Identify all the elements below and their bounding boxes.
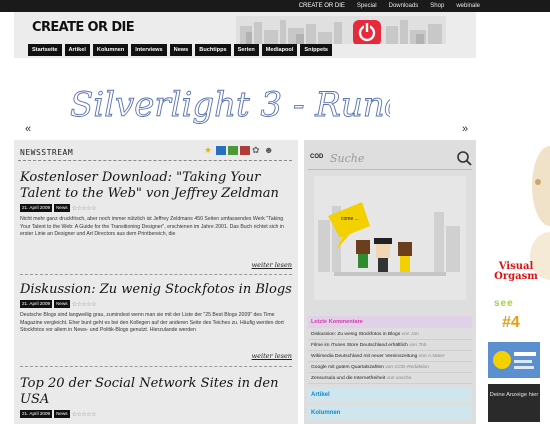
article-separator [20, 274, 292, 275]
rss-filter-icon[interactable] [216, 146, 226, 155]
slider-next-arrow[interactable]: » [462, 123, 468, 135]
article-category-badge[interactable]: News [54, 204, 70, 212]
newsstream-divider [18, 160, 292, 161]
ad-issue-number[interactable]: #4 [502, 314, 520, 332]
article-meta: 21. April 2009 News ☆☆☆☆☆ [20, 410, 292, 418]
article-separator [20, 366, 292, 367]
comment-item[interactable]: Wikimedia Deutschland mit neuer Vereinsz… [308, 352, 472, 362]
comment-author: von Tob [409, 343, 427, 348]
article-date-badge: 21. April 2009 [20, 300, 53, 308]
nav-tab-news[interactable]: News [169, 44, 193, 56]
article-item: Kostenloser Download: "Taking Your Talen… [20, 170, 292, 239]
article-item: Top 20 der Social Network Sites in den U… [20, 376, 292, 418]
comment-text: Filme im iTunes Store Deutschland erhält… [311, 343, 408, 348]
promo-illustration[interactable]: come ... [314, 176, 466, 300]
nav-tab-serien[interactable]: Serien [233, 44, 259, 56]
search-box: COD [308, 146, 472, 170]
article-rating-stars[interactable]: ☆☆☆☆☆ [72, 411, 97, 418]
main-nav: Startseite Artikel Kolumnen Interviews N… [14, 44, 476, 58]
top-link-shop[interactable]: Shop [430, 1, 444, 11]
people-filter-icon[interactable]: ☻ [264, 146, 274, 155]
ad-column: Visual Orgasm see #4 Deine Anzeige hier [488, 260, 548, 424]
article-category-badge[interactable]: News [54, 300, 70, 308]
power-icon[interactable] [353, 20, 381, 46]
film-filter-icon[interactable] [240, 146, 250, 155]
comment-item[interactable]: Filme im iTunes Store Deutschland erhält… [308, 341, 472, 351]
comment-text: Zensursula und die Internetfreiheit [311, 376, 386, 381]
gear-filter-icon[interactable]: ✿ [252, 146, 262, 155]
nav-tab-kolumnen[interactable]: Kolumnen [92, 44, 129, 56]
article-meta: 21. April 2009 News ☆☆☆☆☆ [20, 300, 292, 308]
comment-text: Diskussion: Zu wenig Stockfotos in Blogs [311, 332, 401, 337]
article-date-badge: 21. April 2009 [20, 204, 53, 212]
article-date-badge: 21. April 2009 [20, 410, 53, 418]
article-item: Diskussion: Zu wenig Stockfotos in Blogs… [20, 282, 292, 335]
search-label: COD [310, 154, 324, 160]
comment-author: von A.Maier [418, 354, 445, 359]
comment-text: Google mit gutem Quartalszahlen [311, 365, 384, 370]
ad-banner-blue[interactable] [488, 342, 540, 378]
nav-tab-interviews[interactable]: Interviews [131, 44, 167, 56]
newsstream-filter-icons: ★ ✿ ☻ [204, 146, 274, 155]
svg-text:Silverlight 3 - Rundflug: Silverlight 3 - Rundflug [70, 85, 390, 125]
article-category-badge[interactable]: News [54, 410, 70, 418]
site-logo[interactable]: CREATE OR DIE [32, 20, 135, 35]
article-excerpt: Deutsche Blogs sind langweilig grau, zum… [20, 312, 284, 334]
comment-author: von sascha [386, 376, 412, 381]
nav-tab-startseite[interactable]: Startseite [28, 44, 62, 56]
comment-item[interactable]: Google mit gutem Quartalszahlen von COD-… [308, 363, 472, 373]
nav-tab-snippets[interactable]: Snippets [300, 44, 333, 56]
sidebar-section-articles[interactable]: Artikel [308, 388, 472, 402]
ad-see-text[interactable]: see [494, 298, 514, 309]
article-meta: 21. April 2009 News ☆☆☆☆☆ [20, 204, 292, 212]
ad-placeholder-dark[interactable]: Deine Anzeige hier [488, 384, 540, 422]
nav-tab-mediapool[interactable]: Mediapool [261, 44, 298, 56]
comment-item[interactable]: Diskussion: Zu wenig Stockfotos in Blogs… [308, 330, 472, 340]
top-link-special[interactable]: Special [357, 1, 377, 11]
slider-prev-arrow[interactable]: « [25, 123, 31, 135]
star-filter-icon[interactable]: ★ [204, 146, 214, 155]
nav-tab-artikel[interactable]: Artikel [64, 44, 90, 56]
top-link-downloads[interactable]: Downloads [389, 1, 419, 11]
read-more-link[interactable]: weiter lesen [252, 352, 292, 360]
sidebar: COD Suche come ... Letzte Kommentare Dis… [304, 140, 476, 424]
comment-item[interactable]: Zensursula und die Internetfreiheit von … [308, 374, 472, 384]
read-more-link[interactable]: weiter lesen [252, 261, 292, 269]
top-link-create-or-die[interactable]: CREATE OR DIE [299, 1, 345, 11]
top-bar: CREATE OR DIE Special Downloads Shop web… [0, 0, 550, 12]
ad-banner-graphic [488, 342, 540, 378]
ad-visual-orgasm[interactable]: Visual Orgasm [490, 262, 542, 282]
article-rating-stars[interactable]: ☆☆☆☆☆ [72, 205, 97, 212]
latest-comments-heading[interactable]: Letzte Kommentare [308, 316, 472, 328]
article-title[interactable]: Top 20 der Social Network Sites in den U… [20, 376, 292, 408]
newsstream-panel: NEWSSTREAM ★ ✿ ☻ Kostenloser Download: "… [14, 140, 298, 424]
comment-author: von COD-Redaktion [385, 365, 429, 370]
skyline-graphic [236, 16, 446, 44]
search-icon[interactable] [456, 150, 472, 166]
search-input[interactable] [330, 151, 440, 165]
image-filter-icon[interactable] [228, 146, 238, 155]
article-title[interactable]: Kostenloser Download: "Taking Your Talen… [20, 170, 292, 202]
promo-bubble-text: come ... [341, 216, 359, 222]
newsstream-title: NEWSSTREAM [20, 148, 74, 157]
hero-handwriting[interactable]: Silverlight 3 - Rundflug [70, 82, 390, 138]
article-title[interactable]: Diskussion: Zu wenig Stockfotos in Blogs [20, 282, 292, 298]
comment-text: Wikimedia Deutschland mit neuer Vereinsz… [311, 354, 418, 359]
top-links: CREATE OR DIE Special Downloads Shop web… [299, 1, 480, 11]
sidebar-section-columns[interactable]: Kolumnen [308, 406, 472, 420]
comment-author: von Jan [401, 332, 419, 337]
top-link-webinale[interactable]: webinale [456, 1, 480, 11]
article-excerpt: Nicht mehr ganz druckfrisch, aber noch i… [20, 216, 284, 238]
promo-graphic [314, 176, 466, 300]
site-header: CREATE OR DIE [14, 12, 476, 46]
nav-tab-buchtipps[interactable]: Buchtipps [195, 44, 231, 56]
article-rating-stars[interactable]: ☆☆☆☆☆ [72, 301, 97, 308]
